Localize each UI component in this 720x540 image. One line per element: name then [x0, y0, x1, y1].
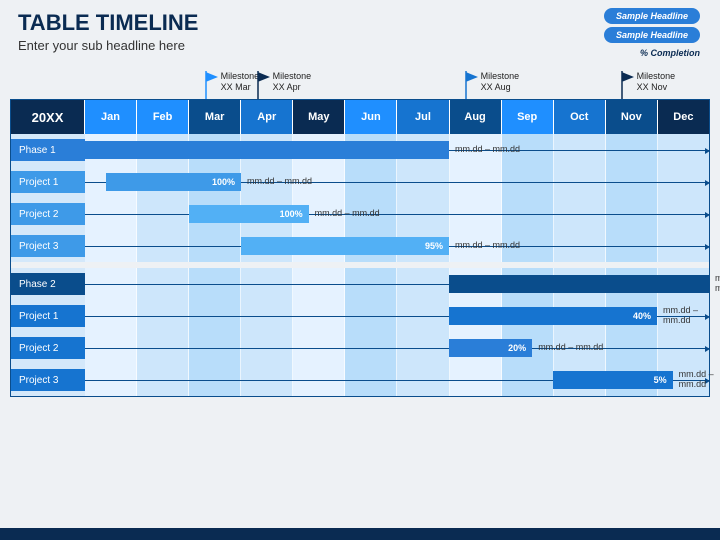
table-row: Project 35%mm.dd –mm.dd: [11, 364, 709, 396]
gantt-bar[interactable]: 5%: [553, 371, 673, 389]
date-range-label: mm.dd – mm.dd: [247, 177, 312, 187]
row-label: Phase 2: [11, 273, 85, 295]
milestone-track: MilestoneXX MarMilestoneXX Apr MilestoneX…: [10, 57, 710, 99]
milestone-flag: MilestoneXX Apr: [256, 71, 312, 99]
row-label: Project 2: [11, 203, 85, 225]
footer-bar: [0, 528, 720, 540]
month-header: Jul: [397, 100, 449, 134]
gantt-bar[interactable]: 40%: [449, 307, 657, 325]
flag-icon: [464, 71, 478, 99]
month-header: Sep: [502, 100, 554, 134]
gantt-bar[interactable]: [449, 275, 709, 293]
month-header: Jan: [85, 100, 137, 134]
month-header: Mar: [189, 100, 241, 134]
row-label: Project 1: [11, 171, 85, 193]
month-header: Aug: [450, 100, 502, 134]
year-cell: 20XX: [11, 100, 85, 134]
header-row: 20XX JanFebMarAprMayJunJulAugSepOctNovDe…: [11, 100, 709, 134]
month-header: May: [293, 100, 345, 134]
flag-icon: [204, 71, 218, 99]
timeline-grid: 20XX JanFebMarAprMayJunJulAugSepOctNovDe…: [10, 99, 710, 397]
month-header: Jun: [345, 100, 397, 134]
row-label: Project 1: [11, 305, 85, 327]
date-range-label: mm.dd – mm.dd: [455, 241, 520, 251]
sample-badge[interactable]: Sample Headline: [604, 27, 700, 43]
row-label: Project 2: [11, 337, 85, 359]
month-header: Feb: [137, 100, 189, 134]
date-range-label: mm.dd –mm.dd: [715, 274, 720, 294]
table-row: Project 1 100% mm.dd – mm.dd: [11, 166, 709, 198]
page-title: TABLE TIMELINE: [18, 10, 702, 36]
table-row: Project 1 40% mm.dd –mm.dd: [11, 300, 709, 332]
flag-icon: [256, 71, 270, 99]
sample-badge[interactable]: Sample Headline: [604, 8, 700, 24]
date-range-label: mm.dd – mm.dd: [315, 209, 380, 219]
row-label: Project 3: [11, 235, 85, 257]
gantt-bar[interactable]: 95%: [241, 237, 449, 255]
month-header: Nov: [606, 100, 658, 134]
month-header: Apr: [241, 100, 293, 134]
page-subtitle[interactable]: Enter your sub headline here: [18, 38, 702, 53]
gantt-bar[interactable]: 100%: [189, 205, 309, 223]
table-row: Phase 2mm.dd –mm.dd: [11, 268, 709, 300]
row-label: Project 3: [11, 369, 85, 391]
month-header: Dec: [658, 100, 709, 134]
gantt-bar[interactable]: [85, 141, 449, 159]
table-row: Project 3 95% mm.dd – mm.dd: [11, 230, 709, 262]
milestone-flag: MilestoneXX Aug: [464, 71, 520, 99]
date-range-label: mm.dd –mm.dd: [679, 370, 714, 390]
table-row: Project 2 100% mm.dd – mm.dd: [11, 198, 709, 230]
gantt-bar[interactable]: 20%: [449, 339, 532, 357]
row-label: Phase 1: [11, 139, 85, 161]
badge-group: Sample Headline Sample Headline % Comple…: [604, 8, 700, 58]
month-header: Oct: [554, 100, 606, 134]
date-range-label: mm.dd – mm.dd: [538, 343, 603, 353]
date-range-label: mm.dd –mm.dd: [663, 306, 698, 326]
table-row: Phase 1 mm.dd – mm.dd: [11, 134, 709, 166]
flag-icon: [620, 71, 634, 99]
milestone-flag: MilestoneXX Nov: [620, 71, 676, 99]
gantt-rows: Phase 1 mm.dd – mm.dd Project 1 100% mm.dd –…: [11, 134, 709, 396]
gantt-bar[interactable]: 100%: [106, 173, 241, 191]
table-row: Project 2 20% mm.dd – mm.dd: [11, 332, 709, 364]
milestone-flag: MilestoneXX Mar: [204, 71, 260, 99]
date-range-label: mm.dd – mm.dd: [455, 145, 520, 155]
